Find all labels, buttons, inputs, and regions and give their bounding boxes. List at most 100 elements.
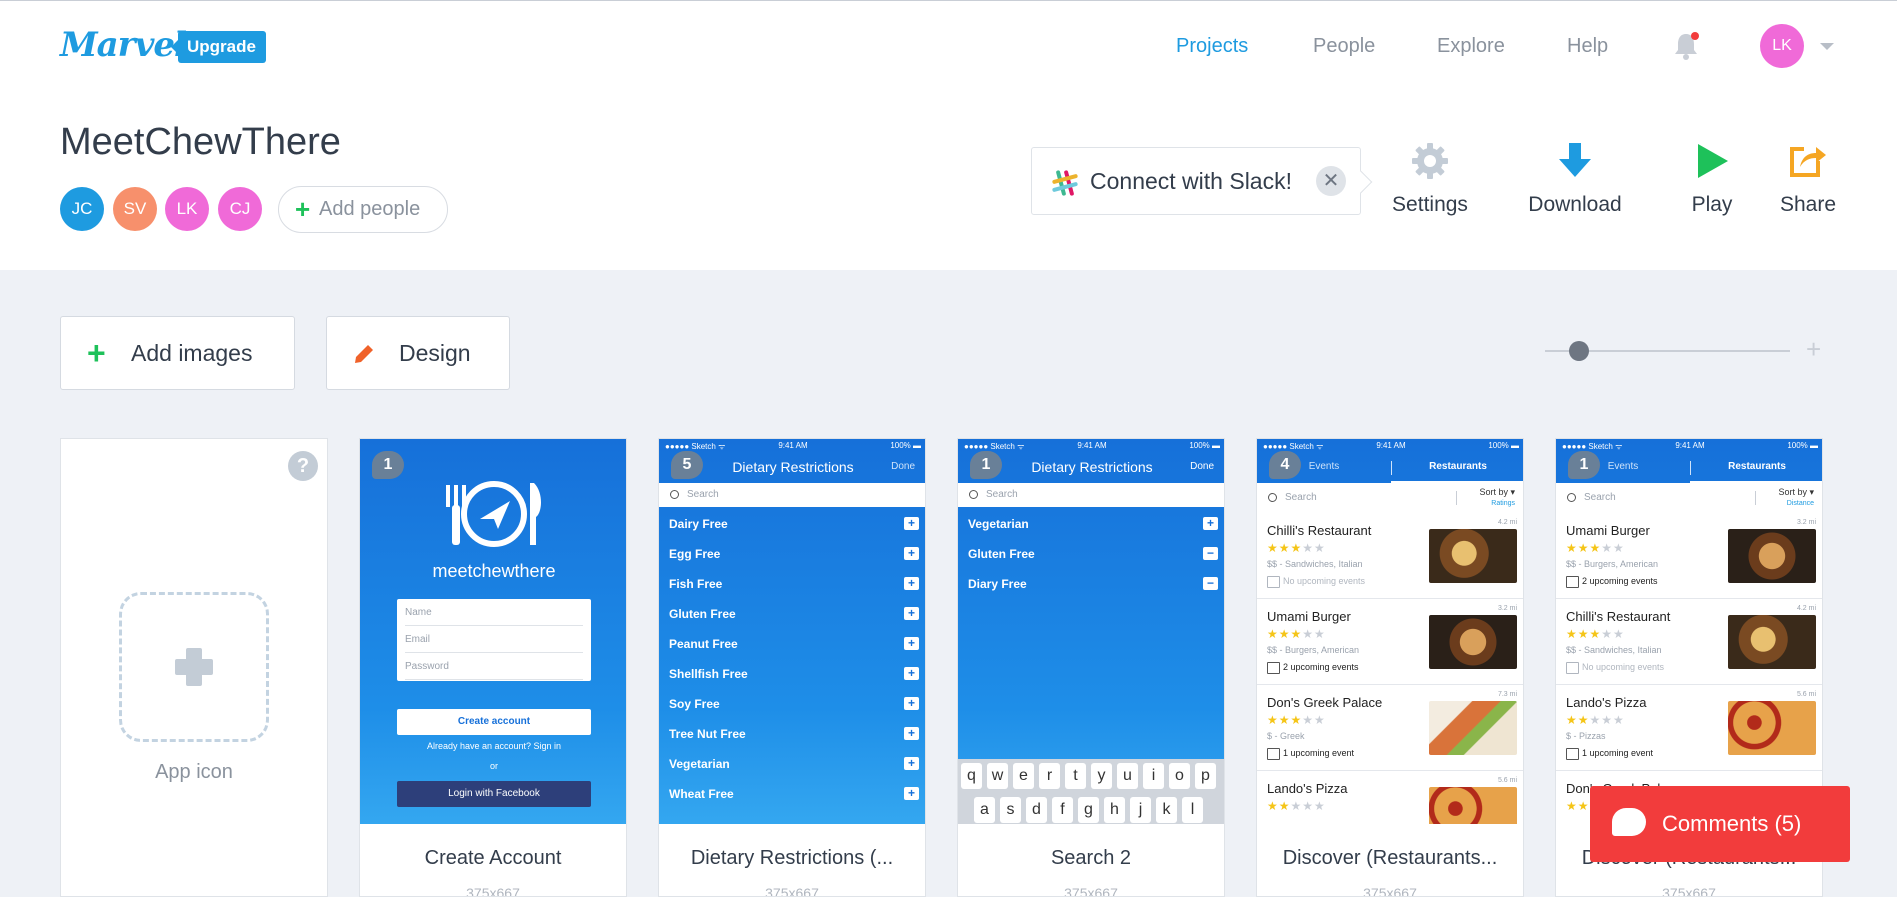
member-avatar[interactable]: CJ bbox=[218, 187, 262, 231]
screen-name[interactable]: Create Account bbox=[360, 847, 626, 870]
screen-card[interactable]: ●●●●● Sketch ᯤ 9:41 AM 100% ▬ Events Res… bbox=[1256, 438, 1524, 897]
comment-count-badge[interactable]: 5 bbox=[671, 451, 703, 479]
tab-restaurants: Restaurants bbox=[1728, 461, 1786, 472]
ios-status-bar: ●●●●● Sketch ᯤ 9:41 AM 100% ▬ bbox=[1257, 439, 1523, 453]
list-item-label: Peanut Free bbox=[669, 637, 738, 651]
screen-thumbnail[interactable]: meetchewthere Name Email Password Create… bbox=[360, 439, 626, 824]
plus-icon: + bbox=[295, 194, 311, 224]
list-item-label: Diary Free bbox=[968, 577, 1027, 591]
list-item-label: Soy Free bbox=[669, 697, 720, 711]
screen-card[interactable]: meetchewthere Name Email Password Create… bbox=[359, 438, 627, 897]
signin-text: Already have an account? Sign in bbox=[426, 741, 562, 751]
keyboard-key: s bbox=[1000, 797, 1021, 823]
chevron-down-icon[interactable] bbox=[1820, 43, 1834, 50]
restaurant-events: No upcoming events bbox=[1566, 662, 1664, 674]
plus-icon: + bbox=[904, 727, 919, 740]
list-item-label: Gluten Free bbox=[669, 607, 736, 621]
list-item-label: Vegetarian bbox=[669, 757, 730, 771]
app-brand: meetchewthere bbox=[432, 561, 556, 581]
comments-button[interactable]: Comments (5) bbox=[1590, 786, 1850, 862]
user-avatar[interactable]: LK bbox=[1760, 24, 1804, 68]
play-button[interactable]: Play bbox=[1680, 141, 1744, 217]
star-rating: ★★★★★ bbox=[1566, 713, 1625, 727]
nav-projects[interactable]: Projects bbox=[1176, 35, 1248, 58]
keyboard-key: y bbox=[1091, 763, 1112, 789]
ios-status-bar: ●●●●● Sketch ᯤ 9:41 AM 100% ▬ bbox=[1556, 439, 1822, 453]
zoom-in-icon[interactable]: + bbox=[1806, 334, 1821, 365]
screen-name[interactable]: Search 2 bbox=[958, 847, 1224, 870]
ios-status-bar: ●●●●● Sketch ᯤ 9:41 AM 100% ▬ bbox=[659, 439, 925, 453]
or-text: or bbox=[489, 761, 498, 771]
screen-size: 375x667 bbox=[466, 885, 520, 897]
share-icon bbox=[1790, 147, 1826, 177]
list-item-label: Fish Free bbox=[669, 577, 723, 591]
app-icon-card[interactable]: ? App icon bbox=[60, 438, 328, 897]
list-item: Soy Free + bbox=[659, 689, 925, 719]
share-button[interactable]: Share bbox=[1775, 141, 1841, 217]
screen-thumbnail[interactable]: ●●●●● Sketch ᯤ 9:41 AM 100% ▬ Dietary Re… bbox=[659, 439, 925, 824]
bell-icon[interactable] bbox=[1672, 31, 1700, 61]
marvel-logo[interactable]: Marvel bbox=[60, 25, 187, 65]
zoom-slider-handle[interactable] bbox=[1569, 341, 1589, 361]
keyboard-key: f bbox=[1052, 797, 1073, 823]
comment-count-badge[interactable]: 4 bbox=[1269, 451, 1301, 479]
screen-card[interactable]: ●●●●● Sketch ᯤ 9:41 AM 100% ▬ Dietary Re… bbox=[957, 438, 1225, 897]
keyboard-key: d bbox=[1026, 797, 1047, 823]
app-icon-dropzone[interactable] bbox=[119, 592, 269, 742]
restaurant-name: Lando's Pizza bbox=[1267, 781, 1348, 796]
star-rating: ★★★★★ bbox=[1267, 799, 1326, 813]
nav-help[interactable]: Help bbox=[1567, 35, 1608, 58]
keyboard-key: k bbox=[1156, 797, 1177, 823]
screen-card[interactable]: ●●●●● Sketch ᯤ 9:41 AM 100% ▬ Dietary Re… bbox=[658, 438, 926, 897]
screen-thumbnail[interactable]: ●●●●● Sketch ᯤ 9:41 AM 100% ▬ Events Res… bbox=[1556, 439, 1822, 824]
search-bar: Search bbox=[958, 483, 1224, 507]
keyboard-key: p bbox=[1195, 763, 1216, 789]
slack-banner[interactable]: Connect with Slack! ✕ bbox=[1031, 147, 1361, 215]
list-item: Chilli's Restaurant ★★★★★ $$ - Sandwiche… bbox=[1556, 599, 1822, 685]
help-icon[interactable]: ? bbox=[288, 451, 318, 481]
close-icon[interactable]: ✕ bbox=[1316, 166, 1346, 196]
design-button[interactable]: Design bbox=[326, 316, 510, 390]
add-images-button[interactable]: + Add images bbox=[60, 316, 295, 390]
project-title[interactable]: MeetChewThere bbox=[60, 121, 341, 164]
list-item-label: Gluten Free bbox=[968, 547, 1035, 561]
restaurant-distance: 5.6 mi bbox=[1796, 691, 1816, 698]
restaurant-distance: 4.2 mi bbox=[1497, 519, 1517, 526]
keyboard-key: h bbox=[1104, 797, 1125, 823]
list-item: Chilli's Restaurant ★★★★★ $$ - Sandwiche… bbox=[1257, 513, 1523, 599]
restaurant-name: Lando's Pizza bbox=[1566, 695, 1647, 710]
keyboard-key: q bbox=[961, 763, 982, 789]
keyboard-key: g bbox=[1078, 797, 1099, 823]
star-rating: ★★★★★ bbox=[1267, 541, 1326, 555]
status-time: 9:41 AM bbox=[1077, 441, 1107, 450]
upgrade-button[interactable]: Upgrade bbox=[171, 31, 266, 63]
comment-count-badge[interactable]: 1 bbox=[970, 451, 1002, 479]
status-battery: 100% ▬ bbox=[890, 441, 921, 450]
restaurant-name: Chilli's Restaurant bbox=[1566, 609, 1671, 624]
status-time: 9:41 AM bbox=[778, 441, 808, 450]
screen-thumbnail[interactable]: ●●●●● Sketch ᯤ 9:41 AM 100% ▬ Events Res… bbox=[1257, 439, 1523, 824]
screen-thumbnail[interactable]: ●●●●● Sketch ᯤ 9:41 AM 100% ▬ Dietary Re… bbox=[958, 439, 1224, 824]
keyboard-key: w bbox=[987, 763, 1008, 789]
comment-count-badge[interactable]: 1 bbox=[1568, 451, 1600, 479]
comment-count-badge[interactable]: 1 bbox=[372, 451, 404, 479]
burger-photo bbox=[1429, 615, 1517, 669]
plus-icon: + bbox=[1203, 517, 1218, 530]
list-item: Lando's Pizza ★★★★★ $ - Pizzas 1 upcomin… bbox=[1556, 685, 1822, 771]
list-item-label: Tree Nut Free bbox=[669, 727, 746, 741]
member-avatar[interactable]: JC bbox=[60, 187, 104, 231]
star-rating: ★★★★★ bbox=[1267, 713, 1326, 727]
screen-name[interactable]: Dietary Restrictions (... bbox=[659, 847, 925, 870]
nav-explore[interactable]: Explore bbox=[1437, 35, 1505, 58]
member-avatar[interactable]: SV bbox=[113, 187, 157, 231]
restaurant-distance: 7.3 mi bbox=[1497, 691, 1517, 698]
member-avatar[interactable]: LK bbox=[165, 187, 209, 231]
nav-people[interactable]: People bbox=[1313, 35, 1375, 58]
settings-button[interactable]: Settings bbox=[1390, 141, 1470, 217]
screen-name[interactable]: Discover (Restaurants... bbox=[1257, 847, 1523, 870]
add-people-button[interactable]: + Add people bbox=[278, 186, 448, 233]
download-button[interactable]: Download bbox=[1525, 141, 1625, 217]
sort-value: Distance bbox=[1786, 500, 1814, 507]
sort-value: Ratings bbox=[1491, 500, 1515, 507]
list-item: Diary Free − bbox=[958, 569, 1224, 599]
